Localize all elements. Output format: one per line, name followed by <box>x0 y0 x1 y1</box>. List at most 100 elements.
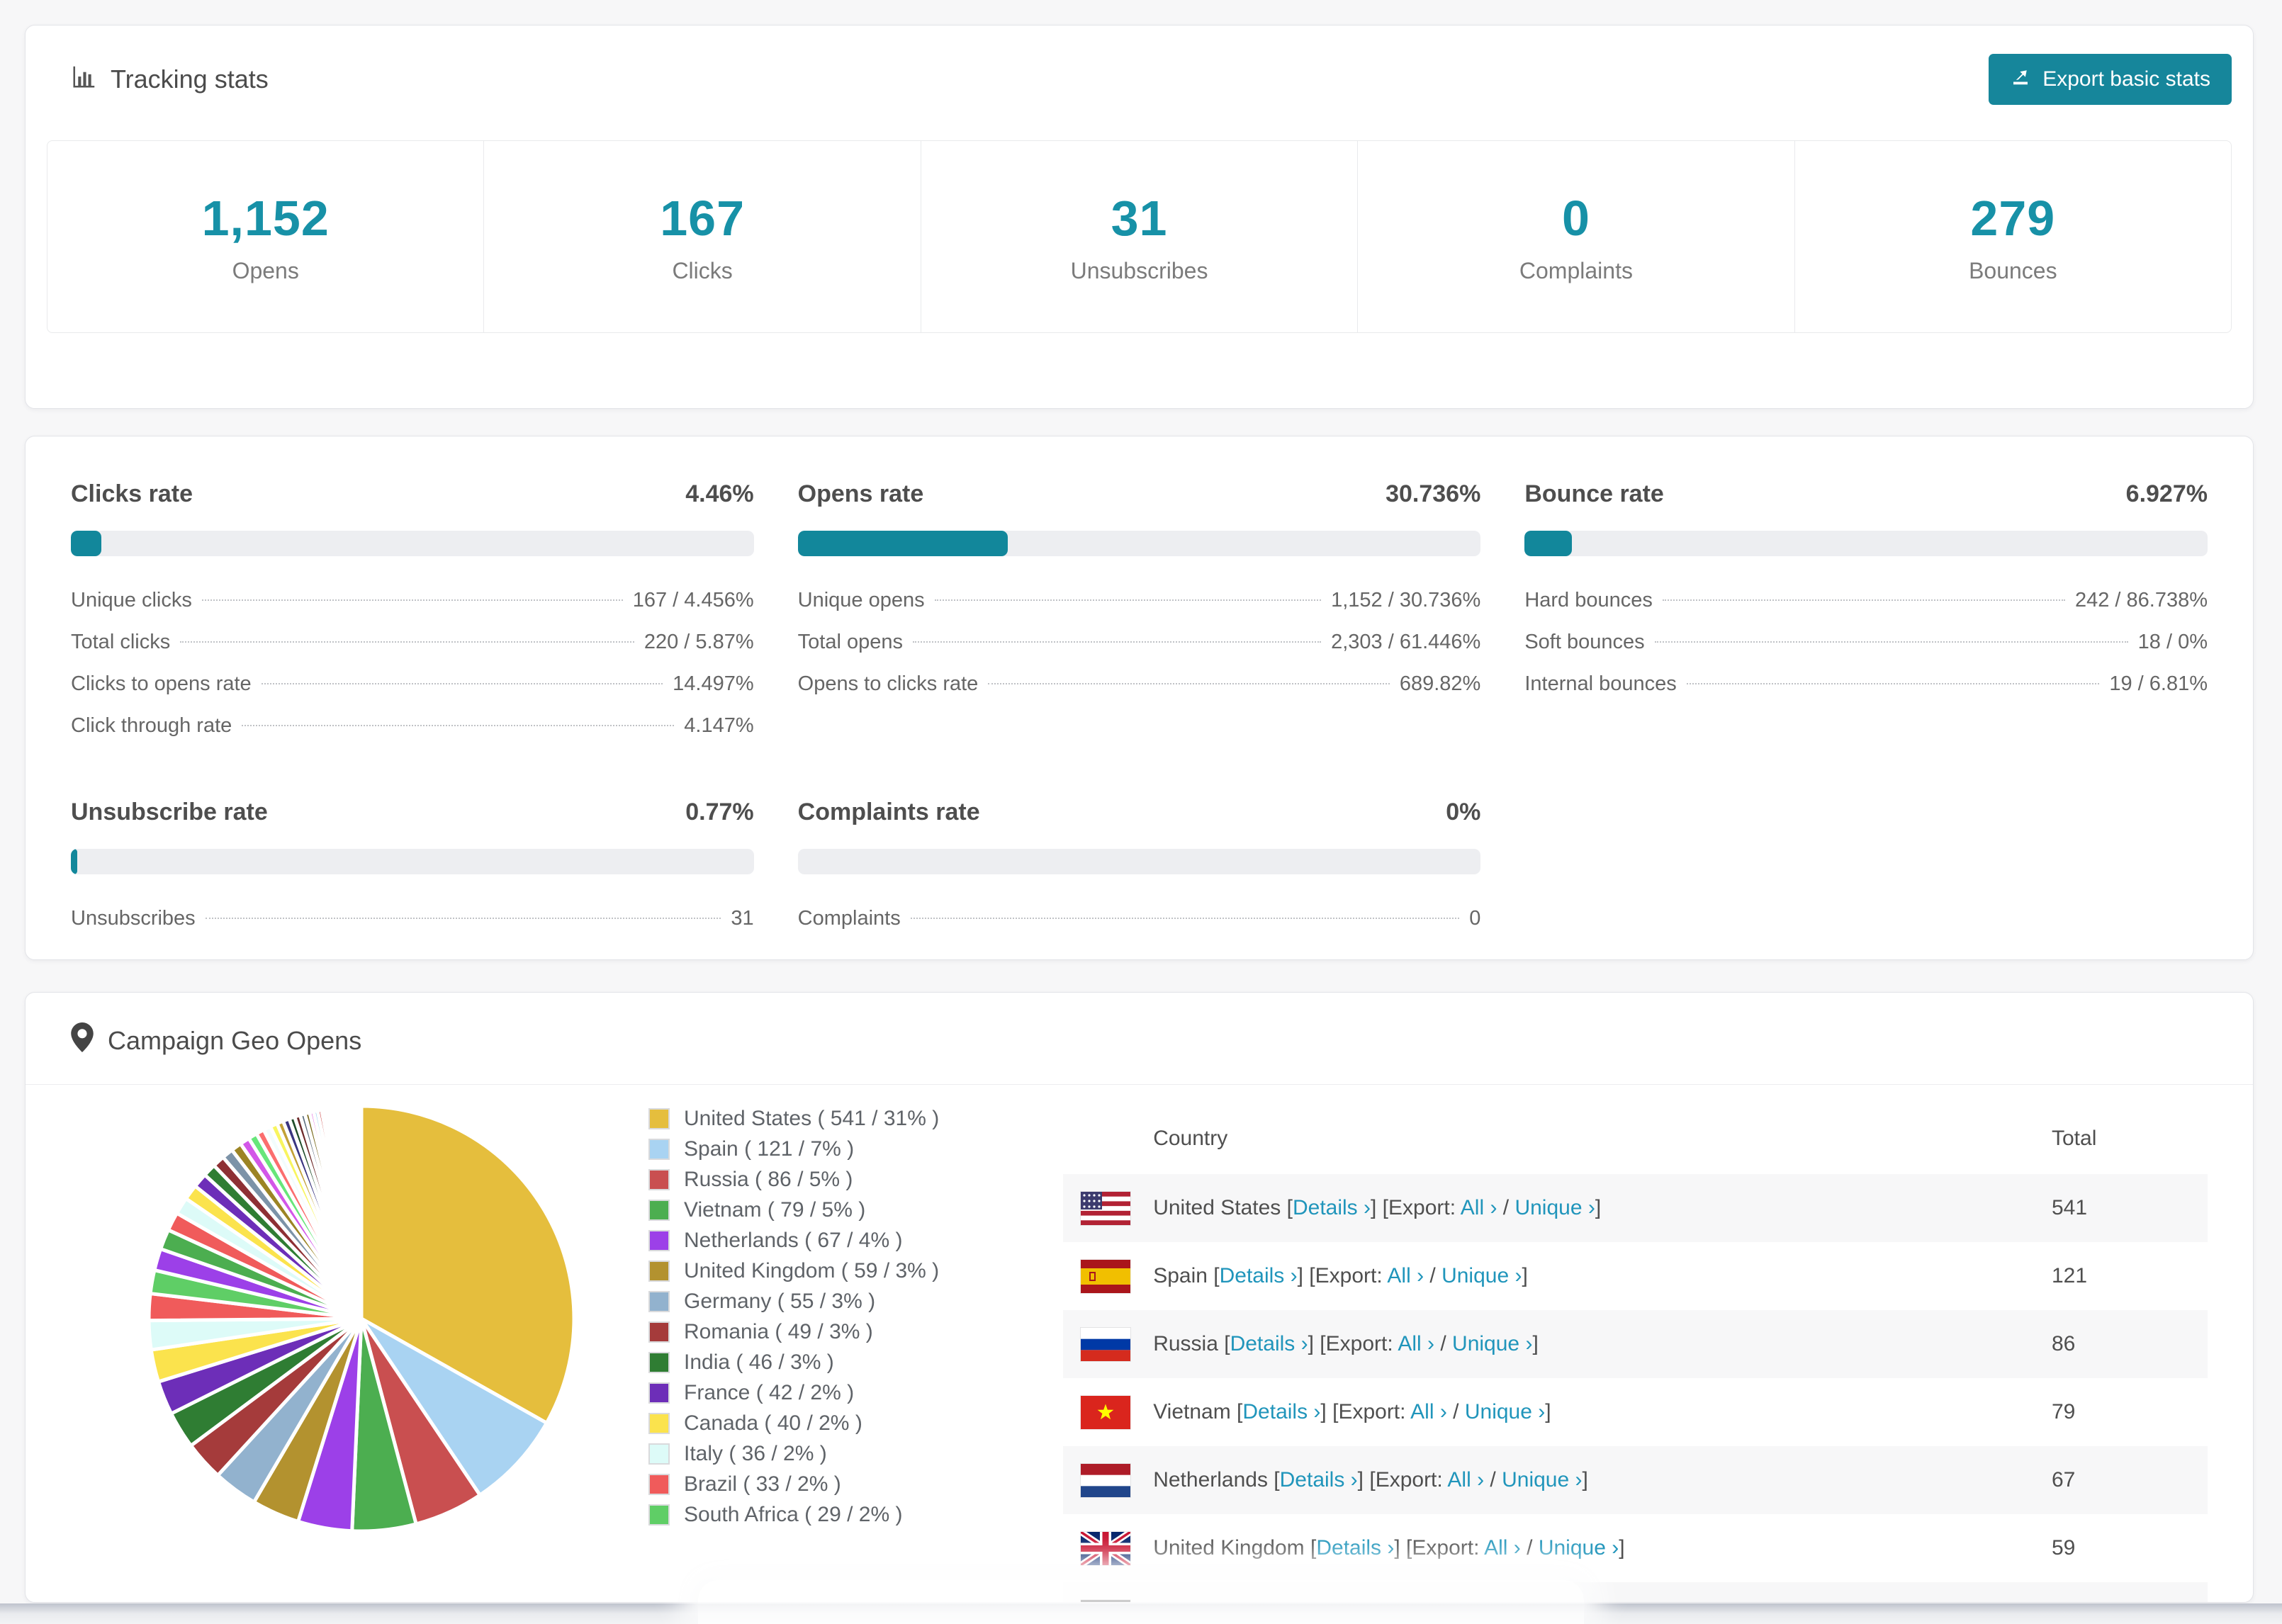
legend-item: Netherlands ( 67 / 4% ) <box>648 1225 939 1256</box>
export-all-link[interactable]: All › <box>1447 1468 1484 1492</box>
geo-pie-legend: United States ( 541 / 31% ) Spain ( 121 /… <box>648 1103 939 1530</box>
bottom-blurred-overlay <box>698 1580 1584 1624</box>
legend-swatch <box>648 1290 670 1312</box>
rate-value: 0% <box>1446 799 1481 825</box>
legend-item: Canada ( 40 / 2% ) <box>648 1408 939 1438</box>
country-name: Russia <box>1153 1332 1218 1355</box>
export-label: Export: <box>1375 1468 1443 1492</box>
export-all-link[interactable]: All › <box>1398 1332 1434 1355</box>
rate-value: 4.46% <box>685 480 754 507</box>
total-column-header: Total <box>2052 1127 2097 1150</box>
rate-value: 30.736% <box>1386 480 1481 507</box>
flag-us-icon <box>1080 1190 1132 1226</box>
rate-title: Complaints rate <box>797 799 980 825</box>
rate-progress-bar <box>797 849 1481 874</box>
geo-content: United States ( 541 / 31% ) Spain ( 121 /… <box>26 1085 2253 1602</box>
rate-detail-row: Soft bounces 18 / 0% <box>1524 631 2208 653</box>
rate-detail-row: Clicks to opens rate 14.497% <box>71 672 754 695</box>
country-total: 59 <box>2052 1536 2076 1560</box>
details-link[interactable]: Details › <box>1293 1196 1371 1219</box>
summary-stats-row: 1,152 Opens 167 Clicks 31 Unsubscribes 0 Compla… <box>47 140 2232 333</box>
details-link[interactable]: Details › <box>1280 1468 1358 1492</box>
rate-detail-row: Total clicks 220 / 5.87% <box>71 631 754 653</box>
export-unique-link[interactable]: Unique › <box>1539 1536 1619 1560</box>
rate-detail-row: Total opens 2,303 / 61.446% <box>797 631 1481 653</box>
tracking-stats-title: Tracking stats <box>111 64 269 94</box>
legend-item: Spain ( 121 / 7% ) <box>648 1134 939 1164</box>
country-total: 86 <box>2052 1332 2076 1355</box>
rate-block-complaints: Complaints rate 0% Complaints 0 <box>797 799 1481 949</box>
stat-box-unsubscribes: 31 Unsubscribes <box>920 140 1359 333</box>
rate-block-bounce: Bounce rate 6.927% Hard bounces 242 / 86.73… <box>1524 480 2208 756</box>
export-basic-stats-button[interactable]: Export basic stats <box>1989 54 2232 105</box>
rate-progress-bar <box>71 531 754 556</box>
geo-table-body: United States [Details ›] [Export: All ›… <box>1063 1174 2208 1602</box>
stat-label: Opens <box>232 257 299 283</box>
flag-nl-icon <box>1080 1462 1132 1498</box>
campaign-geo-opens-header: Campaign Geo Opens <box>26 993 2253 1085</box>
export-all-link[interactable]: All › <box>1410 1400 1447 1423</box>
legend-swatch <box>648 1107 670 1129</box>
rate-detail-row: Unique clicks 167 / 4.456% <box>71 589 754 611</box>
rate-progress-bar <box>71 849 754 874</box>
stat-value: 0 <box>1561 190 1590 246</box>
geo-country-table: Country Total United States [Details ›] … <box>1063 1103 2208 1602</box>
details-link[interactable]: Details › <box>1316 1536 1394 1560</box>
country-total: 541 <box>2052 1196 2088 1219</box>
stat-value: 31 <box>1111 190 1168 246</box>
rate-value: 6.927% <box>2125 480 2208 507</box>
legend-swatch <box>648 1260 670 1282</box>
legend-item: Germany ( 55 / 3% ) <box>648 1286 939 1316</box>
legend-item: United States ( 541 / 31% ) <box>648 1103 939 1134</box>
rate-detail-row: Hard bounces 242 / 86.738% <box>1524 589 2208 611</box>
stat-label: Bounces <box>1969 257 2057 283</box>
legend-item: Vietnam ( 79 / 5% ) <box>648 1195 939 1225</box>
tracking-stats-card: Tracking stats Export basic stats 1,152 O… <box>25 25 2254 409</box>
rate-value: 0.77% <box>685 799 754 825</box>
country-column-header: Country <box>1153 1127 1228 1150</box>
legend-item: South Africa ( 29 / 2% ) <box>648 1499 939 1530</box>
export-all-link[interactable]: All › <box>1387 1264 1424 1287</box>
tracking-dashboard-page: { "colors": { "accent": "#16869B", "bar_… <box>0 0 2282 1624</box>
tracking-stats-title-wrap: Tracking stats <box>71 63 269 96</box>
geo-table-header: Country Total <box>1063 1103 2208 1174</box>
legend-swatch <box>648 1138 670 1160</box>
export-unique-link[interactable]: Unique › <box>1441 1264 1522 1287</box>
legend-swatch <box>648 1443 670 1465</box>
rate-detail-row: Internal bounces 19 / 6.81% <box>1524 672 2208 695</box>
country-name: United Kingdom <box>1153 1536 1305 1560</box>
details-link[interactable]: Details › <box>1220 1264 1298 1287</box>
details-link[interactable]: Details › <box>1230 1332 1308 1355</box>
export-label: Export: <box>1388 1196 1456 1219</box>
legend-swatch <box>648 1321 670 1343</box>
rates-card: Clicks rate 4.46% Unique clicks 167 / 4.456… <box>25 436 2254 960</box>
export-all-link[interactable]: All › <box>1484 1536 1521 1560</box>
export-unique-link[interactable]: Unique › <box>1452 1332 1532 1355</box>
export-label: Export: <box>1315 1264 1383 1287</box>
legend-swatch <box>648 1504 670 1526</box>
legend-item: Italy ( 36 / 2% ) <box>648 1438 939 1469</box>
legend-item: India ( 46 / 3% ) <box>648 1347 939 1377</box>
stat-value: 279 <box>1970 190 2056 246</box>
geo-table-row-vn: Vietnam [Details ›] [Export: All › / Uni… <box>1063 1378 2208 1446</box>
country-total: 67 <box>2052 1468 2076 1492</box>
country-name: United States <box>1153 1196 1281 1219</box>
details-link[interactable]: Details › <box>1242 1400 1320 1423</box>
campaign-geo-opens-card: Campaign Geo Opens United States ( 541 /… <box>25 992 2254 1603</box>
geo-table-row-ru: Russia [Details ›] [Export: All › / Uniq… <box>1063 1310 2208 1378</box>
geo-table-row-nl: Netherlands [Details ›] [Export: All › /… <box>1063 1446 2208 1514</box>
export-label: Export: <box>1325 1332 1393 1355</box>
legend-swatch <box>648 1351 670 1373</box>
export-label: Export: <box>1338 1400 1406 1423</box>
rate-block-unsubscribe: Unsubscribe rate 0.77% Unsubscribes 31 <box>71 799 754 949</box>
stat-label: Unsubscribes <box>1070 257 1208 283</box>
stat-label: Clicks <box>672 257 733 283</box>
legend-item: Brazil ( 33 / 2% ) <box>648 1469 939 1499</box>
rate-block-clicks: Clicks rate 4.46% Unique clicks 167 / 4.456… <box>71 480 754 756</box>
export-all-link[interactable]: All › <box>1461 1196 1497 1219</box>
rate-detail-row: Complaints 0 <box>797 907 1481 930</box>
country-total: 79 <box>2052 1400 2076 1423</box>
export-unique-link[interactable]: Unique › <box>1465 1400 1545 1423</box>
export-unique-link[interactable]: Unique › <box>1502 1468 1582 1492</box>
export-unique-link[interactable]: Unique › <box>1514 1196 1595 1219</box>
